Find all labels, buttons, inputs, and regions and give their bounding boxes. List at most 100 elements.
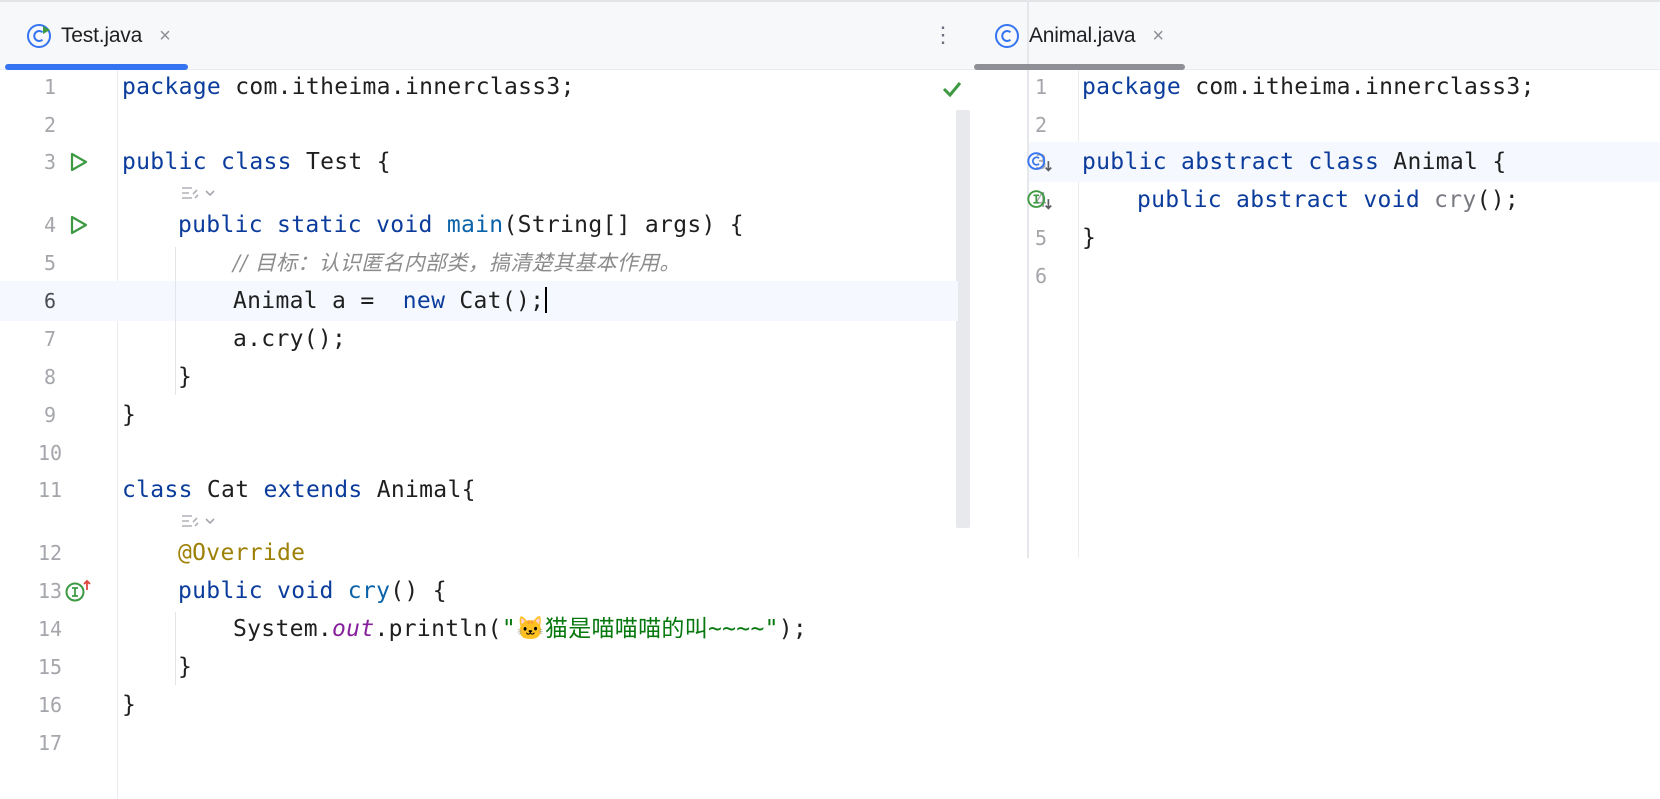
token-kw: class	[221, 149, 292, 175]
code-line[interactable]: 2	[0, 105, 958, 145]
close-icon[interactable]: ×	[1152, 25, 1164, 48]
code-line[interactable]: 8}	[0, 357, 958, 397]
line-number[interactable]: 7	[17, 319, 83, 359]
token: }	[122, 692, 137, 718]
code-line[interactable]: 3 public abstract class Animal {	[1026, 142, 1660, 182]
token: ();	[1476, 187, 1520, 213]
code-text: public abstract class Animal {	[1082, 142, 1506, 182]
code-line[interactable]: 13 public void cry() {	[0, 571, 958, 611]
java-class-icon	[994, 23, 1020, 49]
token: com.itheima.innerclass3;	[1195, 74, 1535, 100]
code-line[interactable]: 12 @Override	[0, 533, 958, 573]
code-line[interactable]: 11 class Cat extends Animal{	[0, 470, 958, 510]
code-text: public static void main(String[] args) {	[178, 205, 744, 245]
tab-label: Animal.java	[1029, 24, 1136, 47]
code-line[interactable]: 4 public abstract void cry();	[1026, 180, 1660, 220]
code-line[interactable]: 14 System.out.println("🐱猫是喵喵喵的叫~~~~");	[0, 609, 958, 649]
close-icon[interactable]: ×	[159, 25, 171, 48]
code-line[interactable]: 1 package com.itheima.innerclass3;	[1029, 67, 1660, 107]
implemented-interface-down-icon[interactable]	[1026, 186, 1054, 214]
line-number[interactable]: 2	[1008, 105, 1074, 145]
line-number[interactable]: 14	[17, 609, 83, 649]
tab-test-java[interactable]: Test.java ×	[26, 14, 171, 58]
indent-guide	[175, 247, 176, 395]
editor-pane-left: Test.java × ⋮ 1 package com.itheima.inner…	[0, 0, 1027, 799]
code-line[interactable]: 6	[1029, 256, 1660, 296]
token-kw: package	[1082, 74, 1182, 100]
code-line[interactable]: 9}	[0, 395, 958, 435]
token: }	[1082, 225, 1097, 251]
token-kw: package	[122, 74, 222, 100]
line-number[interactable]: 11	[17, 470, 83, 510]
line-number[interactable]: 5	[1008, 218, 1074, 258]
code-line[interactable]: 7 a.cry();	[0, 319, 958, 359]
token-kw: abstract	[1236, 187, 1350, 213]
line-number[interactable]: 2	[17, 105, 83, 145]
token-kw: public	[178, 212, 263, 238]
token-kw: public	[1137, 187, 1222, 213]
editor-pane-right: Animal.java × 1 package com.itheima.inner…	[974, 0, 1660, 558]
token-comment: // 目标：认识匿名内部类，搞清楚其基本作用。	[233, 251, 681, 275]
code-line[interactable]: 6 Animal a = new Cat();	[0, 281, 958, 321]
code-text: }	[1082, 218, 1096, 258]
implemented-down-icon[interactable]	[1026, 148, 1054, 176]
code-line[interactable]: 10	[0, 433, 958, 473]
more-options-icon[interactable]: ⋮	[932, 22, 954, 48]
token-fn: main	[446, 212, 504, 238]
tab-animal-java[interactable]: Animal.java ×	[994, 14, 1164, 58]
token-kw: abstract	[1181, 149, 1295, 175]
token-muted: cry	[1434, 187, 1477, 213]
ai-assist-icon[interactable]	[178, 509, 216, 533]
line-number[interactable]: 12	[17, 533, 83, 573]
token: );	[778, 616, 808, 642]
code-line[interactable]: 2	[1029, 105, 1660, 145]
code-line[interactable]: 17	[0, 723, 958, 763]
code-text: }	[122, 395, 136, 435]
code-line[interactable]: 5}	[1029, 218, 1660, 258]
code-line[interactable]: 3 public class Test {	[0, 142, 958, 182]
line-number[interactable]: 1	[1008, 67, 1074, 107]
code-text: }	[178, 647, 192, 687]
code-line[interactable]: 4 public static void main(String[] args) …	[0, 205, 958, 245]
run-icon[interactable]	[64, 148, 92, 176]
code-line[interactable]: 16}	[0, 685, 958, 725]
line-number[interactable]: 6	[1008, 256, 1074, 296]
line-number[interactable]: 16	[17, 685, 83, 725]
line-number[interactable]: 10	[17, 433, 83, 473]
code-line[interactable]: 1 package com.itheima.innerclass3;	[0, 67, 958, 107]
implements-up-icon[interactable]	[64, 577, 92, 605]
code-text: // 目标：认识匿名内部类，搞清楚其基本作用。	[233, 243, 681, 283]
code-line[interactable]: 15}	[0, 647, 958, 687]
line-number[interactable]: 6	[17, 281, 83, 321]
vertical-scrollbar[interactable]	[956, 110, 970, 528]
code-editor-right[interactable]: 1 package com.itheima.innerclass3; 2 3 publi…	[1026, 67, 1660, 558]
run-icon[interactable]	[64, 211, 92, 239]
token-kw: void	[1363, 187, 1420, 213]
line-number[interactable]: 15	[17, 647, 83, 687]
token: Cat	[206, 477, 250, 503]
code-text: a.cry();	[233, 319, 346, 359]
token-kw: new	[402, 288, 446, 314]
token-kw: class	[1308, 149, 1380, 175]
code-line[interactable]: 5 // 目标：认识匿名内部类，搞清楚其基本作用。	[0, 243, 958, 283]
token: }	[122, 402, 137, 428]
code-text: Animal a = new Cat();	[233, 281, 548, 321]
line-number[interactable]: 9	[17, 395, 83, 435]
token: .println(	[374, 616, 502, 642]
token: Test {	[305, 149, 391, 175]
code-text: System.out.println("🐱猫是喵喵喵的叫~~~~");	[233, 609, 807, 649]
code-text: public class Test {	[122, 142, 391, 182]
code-editor-left[interactable]: 1 package com.itheima.innerclass3; 2 3 publi…	[0, 70, 1027, 799]
token: a.cry();	[233, 326, 347, 352]
token-kw: public	[1082, 149, 1167, 175]
line-number[interactable]: 8	[17, 357, 83, 397]
token: }	[178, 654, 193, 680]
line-number[interactable]: 17	[17, 723, 83, 763]
code-text: @Override	[178, 533, 305, 573]
ai-assist-icon[interactable]	[178, 181, 216, 205]
line-number[interactable]: 5	[17, 243, 83, 283]
line-number[interactable]: 1	[17, 67, 83, 107]
tab-bar-left: Test.java × ⋮	[0, 0, 1027, 70]
code-text: public void cry() {	[178, 571, 447, 611]
token: com.itheima.innerclass3;	[235, 74, 575, 100]
